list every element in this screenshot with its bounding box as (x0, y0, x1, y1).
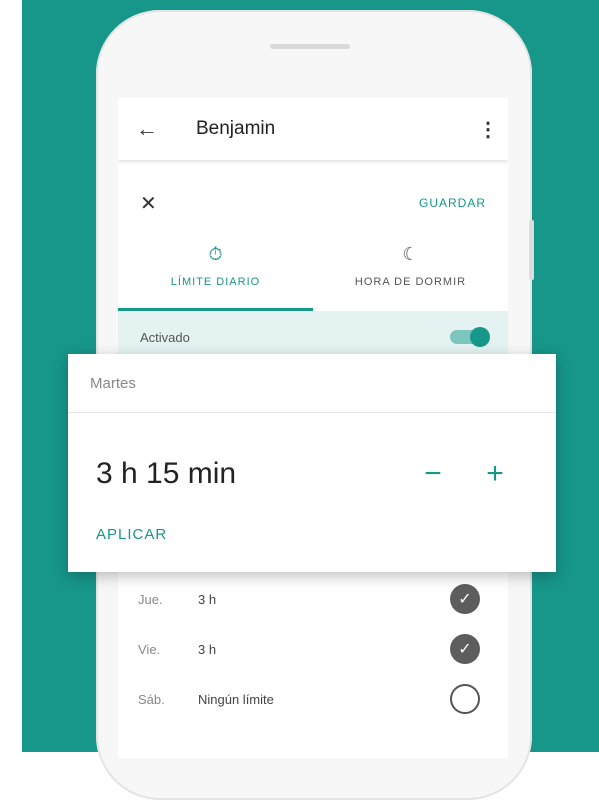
activated-toggle[interactable] (450, 327, 490, 347)
moon-icon: ☾ (402, 244, 419, 264)
time-value: 3 h 15 min (96, 457, 237, 490)
page-title: Benjamin (196, 118, 276, 139)
tab-daily-limit[interactable]: ⏱ LÍMITE DIARIO (118, 236, 313, 310)
arrow-back-icon[interactable]: ← (118, 116, 176, 142)
phone-side-button (529, 220, 534, 280)
check-icon[interactable]: ✓ (450, 584, 480, 614)
timer-icon: ⏱ (208, 244, 223, 264)
check-icon[interactable]: ✓ (450, 634, 480, 664)
tab-bedtime[interactable]: ☾ HORA DE DORMIR (313, 236, 508, 310)
day-limit: 3 h (198, 591, 217, 607)
day-name: Jue. (138, 591, 163, 607)
activated-label: Activado (140, 329, 190, 345)
list-item[interactable]: Sáb. Ningún límite (118, 674, 508, 724)
day-limit: Ningún límite (198, 691, 274, 707)
time-editor-card: Martes 3 h 15 min − + APLICAR (68, 354, 556, 572)
card-day-label: Martes (68, 354, 556, 413)
tab-label: HORA DE DORMIR (354, 276, 467, 288)
save-button[interactable]: GUARDAR (419, 196, 486, 210)
day-name: Vie. (138, 641, 161, 657)
tab-label: LÍMITE DIARIO (170, 276, 261, 288)
phone-speaker (270, 44, 350, 49)
increase-button[interactable]: + (464, 457, 526, 491)
more-vert-icon[interactable]: ⋮ (468, 117, 508, 142)
time-row: 3 h 15 min − + (68, 413, 556, 535)
empty-circle-icon[interactable] (450, 684, 480, 714)
close-icon[interactable]: ✕ (140, 191, 157, 216)
day-limit: 3 h (198, 641, 217, 657)
toggle-knob (470, 327, 490, 347)
list-item[interactable]: Vie. 3 h ✓ (118, 624, 508, 674)
app-bar: ← Benjamin ⋮ (118, 98, 508, 160)
list-item[interactable]: Jue. 3 h ✓ (118, 574, 508, 624)
day-name: Sáb. (138, 691, 165, 707)
tab-bar: ⏱ LÍMITE DIARIO ☾ HORA DE DORMIR (118, 236, 508, 310)
apply-button[interactable]: APLICAR (96, 526, 167, 543)
decrease-button[interactable]: − (402, 457, 464, 491)
dialog-header: ✕ GUARDAR (118, 160, 508, 246)
